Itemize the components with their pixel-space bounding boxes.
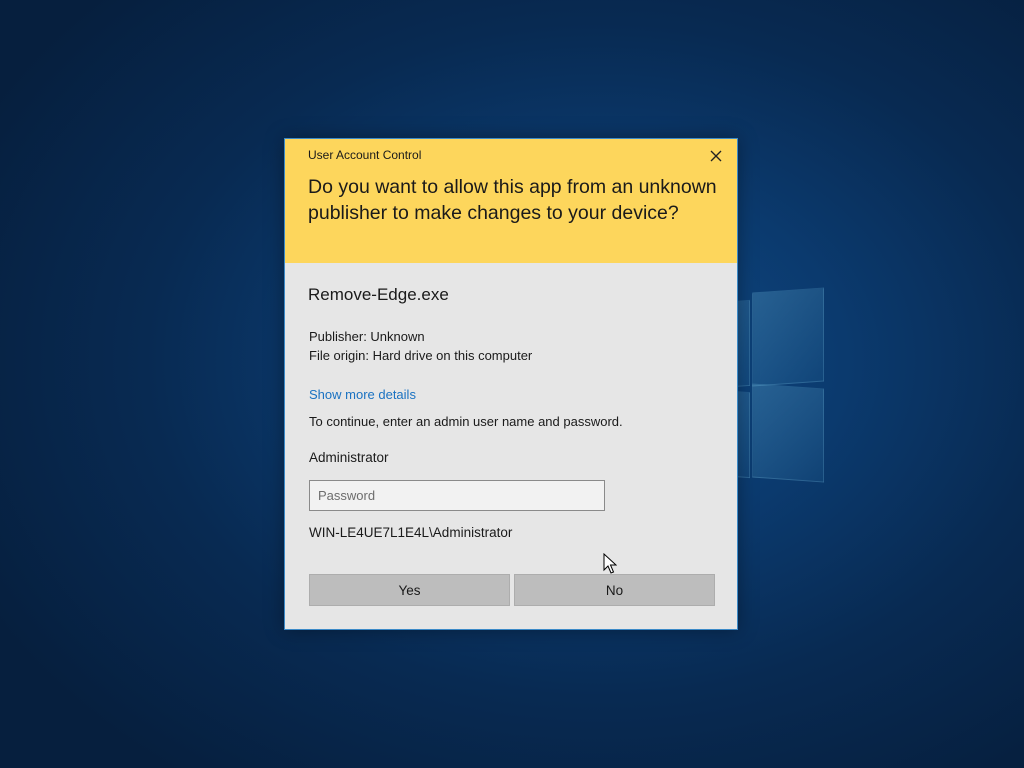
user-name-label: Administrator (309, 450, 389, 465)
continue-instructions: To continue, enter an admin user name an… (309, 414, 623, 429)
logo-pane (752, 287, 824, 387)
no-button[interactable]: No (514, 574, 715, 606)
file-origin-info: File origin: Hard drive on this computer (309, 348, 533, 363)
show-more-details-link[interactable]: Show more details (309, 387, 416, 402)
app-name: Remove-Edge.exe (308, 285, 449, 304)
close-icon (710, 150, 722, 162)
yes-button[interactable]: Yes (309, 574, 510, 606)
dialog-header: User Account Control Do you want to allo… (285, 139, 737, 263)
password-input[interactable] (309, 480, 605, 511)
dialog-question: Do you want to allow this app from an un… (308, 176, 717, 224)
logo-pane (752, 383, 824, 483)
mouse-pointer-icon (603, 552, 618, 575)
uac-dialog: User Account Control Do you want to allo… (284, 138, 738, 630)
publisher-info: Publisher: Unknown (309, 329, 425, 344)
close-button[interactable] (705, 145, 727, 167)
dialog-title: User Account Control (308, 148, 422, 162)
domain-user-label: WIN-LE4UE7L1E4L\Administrator (309, 525, 513, 540)
